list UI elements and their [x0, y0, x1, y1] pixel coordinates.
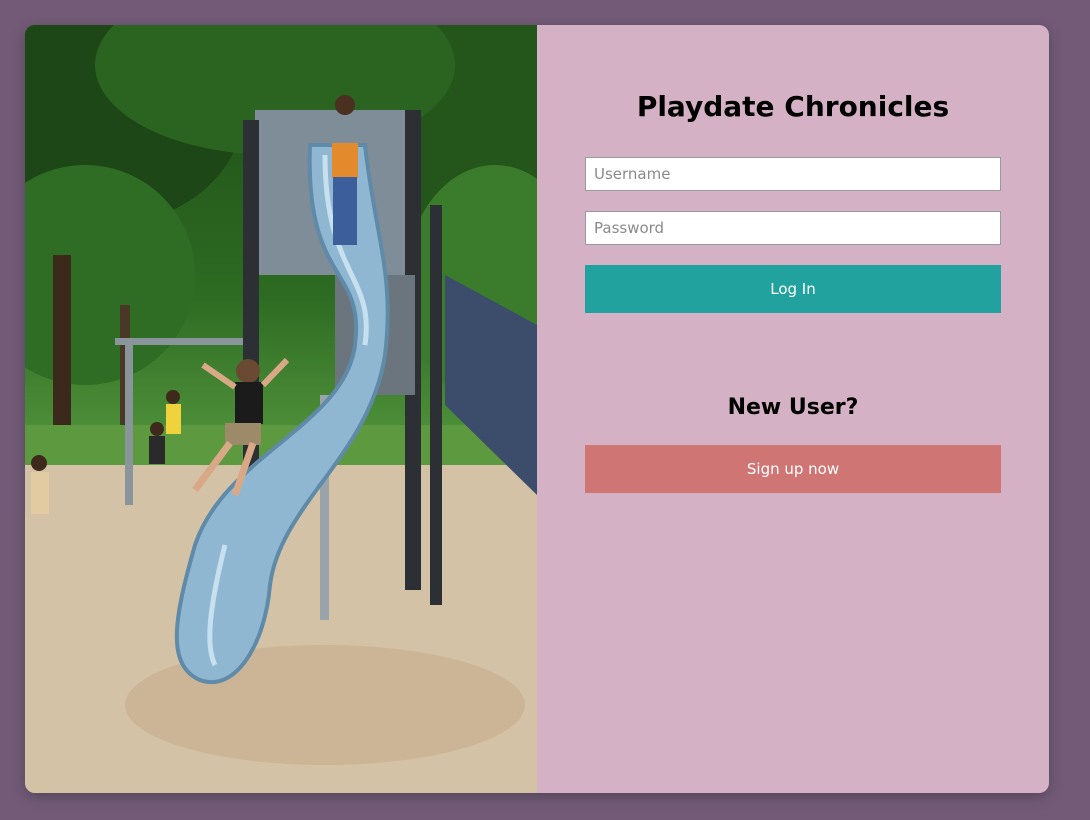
playground-illustration [25, 25, 537, 793]
playground-photo [25, 25, 537, 793]
username-input[interactable] [585, 157, 1001, 191]
signup-button[interactable]: Sign up now [585, 445, 1001, 493]
password-input[interactable] [585, 211, 1001, 245]
login-panel: Playdate Chronicles Log In New User? Sig… [537, 25, 1049, 793]
app-title: Playdate Chronicles [636, 90, 950, 123]
login-card: Playdate Chronicles Log In New User? Sig… [25, 25, 1049, 793]
login-button[interactable]: Log In [585, 265, 1001, 313]
new-user-heading: New User? [727, 395, 859, 420]
